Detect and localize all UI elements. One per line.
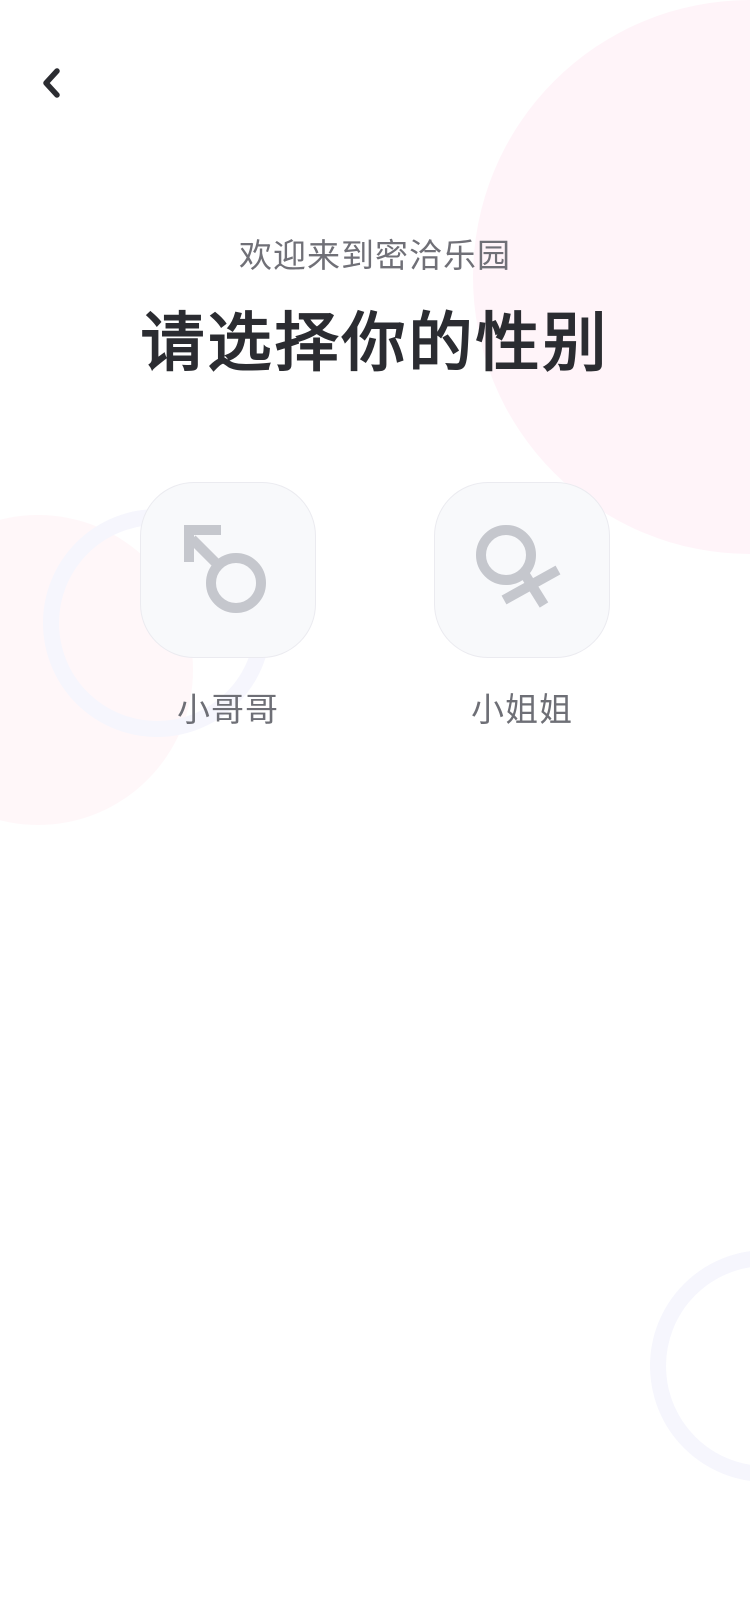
gender-option-female[interactable]: 小姐姐 — [434, 482, 610, 734]
welcome-subtitle: 欢迎来到密洽乐园 — [239, 236, 511, 275]
page-title: 请选择你的性别 — [140, 307, 610, 381]
gender-label-male: 小哥哥 — [177, 690, 279, 729]
gender-option-male[interactable]: 小哥哥 — [140, 482, 316, 734]
gender-label-female: 小姐姐 — [471, 690, 573, 729]
male-icon-box[interactable] — [140, 482, 316, 658]
chevron-left-icon — [43, 68, 60, 98]
back-button[interactable] — [30, 58, 74, 108]
female-icon-box[interactable] — [434, 482, 610, 658]
female-symbol-icon — [476, 525, 561, 608]
lavender-ring-bottom-right — [650, 1251, 750, 1481]
male-symbol-icon — [184, 525, 266, 613]
